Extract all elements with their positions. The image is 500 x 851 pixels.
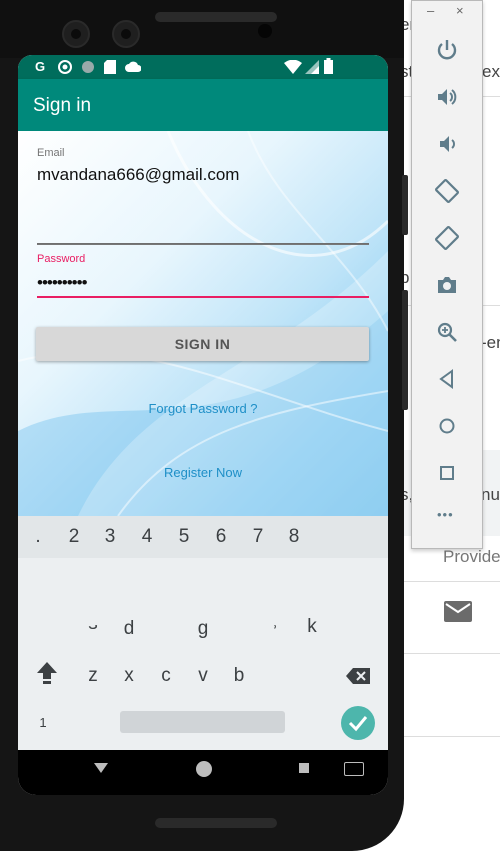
wave-background	[18, 131, 388, 516]
power-button	[402, 290, 408, 410]
sd-card-icon	[104, 60, 116, 74]
number-row: . 2 3 4 5 6 7 8	[18, 516, 388, 558]
key[interactable]: 3	[105, 526, 116, 548]
app-bar: Sign in	[18, 79, 388, 131]
email-field[interactable]: mvandana666@gmail.com	[37, 165, 239, 185]
close-button[interactable]: ×	[456, 3, 464, 18]
circle-icon	[82, 61, 94, 73]
navigation-bar	[18, 750, 388, 795]
battery-icon	[324, 58, 333, 74]
enter-button[interactable]	[341, 706, 375, 740]
front-camera	[112, 20, 140, 48]
back-icon[interactable]	[94, 763, 108, 773]
bottom-speaker	[155, 818, 277, 828]
home-icon[interactable]	[435, 414, 459, 438]
key[interactable]: 2	[69, 526, 80, 548]
minimize-button[interactable]: –	[427, 3, 434, 18]
key[interactable]: 8	[289, 526, 300, 548]
google-icon: G	[35, 59, 46, 74]
key[interactable]: x	[124, 665, 134, 687]
wifi-icon	[284, 60, 302, 74]
background-text: exp	[482, 62, 500, 81]
key[interactable]: .	[35, 526, 40, 548]
mail-icon[interactable]	[444, 601, 472, 622]
background-text: Provide	[443, 547, 500, 566]
power-icon[interactable]	[435, 38, 459, 62]
checkmark-icon	[348, 716, 368, 732]
sign-in-form: Email mvandana666@gmail.com Password •••…	[18, 131, 388, 516]
mode-key[interactable]: 1	[39, 715, 46, 730]
space-bar[interactable]	[120, 711, 285, 733]
background-text: nu	[481, 485, 500, 504]
sign-in-button[interactable]: SIGN IN	[36, 327, 369, 361]
volume-down-icon[interactable]	[435, 132, 459, 156]
earpiece	[155, 12, 277, 22]
front-camera	[62, 20, 90, 48]
zoom-icon[interactable]	[435, 320, 459, 344]
password-field[interactable]: ••••••••••	[37, 273, 88, 293]
sensor	[258, 24, 272, 38]
email-underline	[37, 243, 369, 244]
shift-icon[interactable]	[36, 661, 58, 685]
emulator-toolbar: – × •••	[411, 0, 483, 549]
key[interactable]: 4	[142, 526, 153, 548]
key[interactable]: v	[198, 665, 208, 687]
more-icon[interactable]: •••	[437, 507, 454, 522]
background-text: -en	[481, 333, 500, 352]
keyboard-switch-icon[interactable]	[344, 762, 364, 776]
key[interactable]: 5	[179, 526, 190, 548]
key[interactable]: k	[307, 616, 317, 638]
key[interactable]: g	[198, 618, 209, 640]
cloud-icon	[125, 61, 141, 72]
key[interactable]: ,	[272, 625, 277, 632]
volume-button	[402, 175, 408, 235]
register-link[interactable]: Register Now	[18, 465, 388, 480]
backspace-icon[interactable]	[346, 668, 370, 684]
key[interactable]: 6	[216, 526, 227, 548]
phone-screen: G Sign in Email mvandana666@gmail.com Pa…	[18, 55, 388, 795]
key[interactable]: d	[124, 618, 135, 640]
key[interactable]: b	[234, 665, 245, 687]
page-title: Sign in	[33, 95, 92, 116]
key[interactable]: c	[161, 665, 171, 687]
volume-up-icon[interactable]	[435, 85, 459, 109]
key[interactable]: s	[88, 625, 98, 635]
password-underline	[37, 296, 369, 298]
password-label: Password	[37, 253, 86, 265]
camera-icon[interactable]	[435, 273, 459, 297]
forgot-password-link[interactable]: Forgot Password ?	[18, 401, 388, 416]
signal-icon	[305, 60, 319, 74]
rotate-right-icon[interactable]	[435, 226, 459, 250]
overview-icon[interactable]	[435, 461, 459, 485]
rotate-left-icon[interactable]	[435, 179, 459, 203]
email-label: Email	[37, 147, 65, 159]
chrome-icon	[58, 60, 72, 74]
back-icon[interactable]	[435, 367, 459, 391]
phone-frame: G Sign in Email mvandana666@gmail.com Pa…	[0, 0, 408, 851]
key[interactable]: 7	[253, 526, 264, 548]
key[interactable]: z	[88, 665, 98, 687]
status-bar: G	[18, 55, 388, 79]
soft-keyboard: . 2 3 4 5 6 7 8 s d g , k z x c v b 1	[18, 516, 388, 750]
recents-icon[interactable]	[299, 763, 309, 773]
home-icon[interactable]	[196, 761, 212, 777]
